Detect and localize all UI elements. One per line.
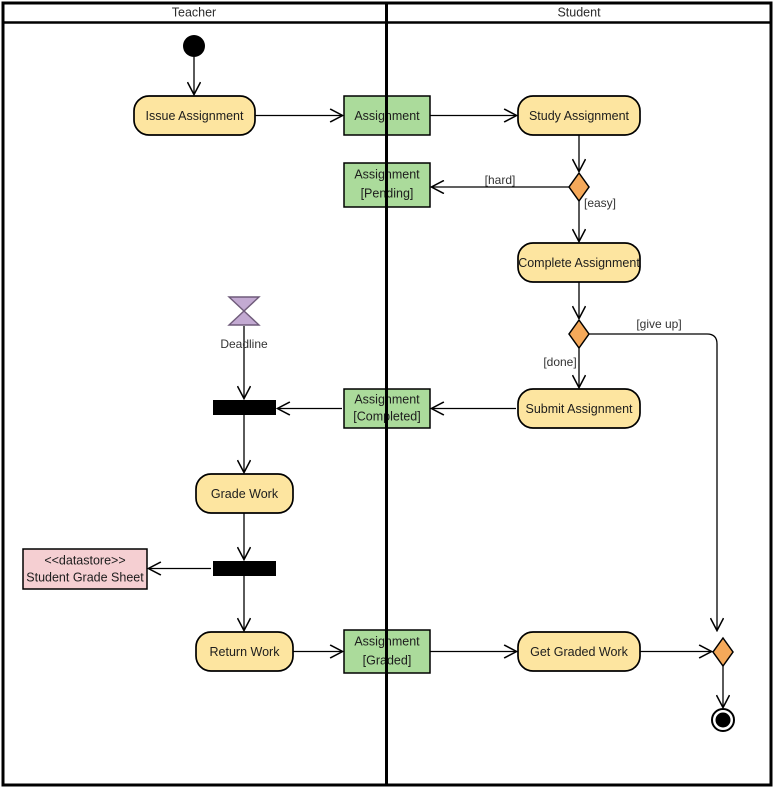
action-complete-assignment-label: Complete Assignment (518, 256, 640, 270)
swimlane-title-student: Student (557, 5, 601, 19)
action-return-work-label: Return Work (210, 645, 281, 659)
swimlane-student: Student (557, 5, 601, 19)
action-return-work[interactable]: Return Work (195, 631, 294, 672)
action-get-graded-work[interactable]: Get Graded Work (517, 631, 641, 672)
join-bar-deadline[interactable] (213, 400, 276, 415)
datastore-student-grade-sheet[interactable]: <<datastore>> Student Grade Sheet (22, 548, 148, 590)
decision-done-node[interactable] (568, 318, 590, 350)
swimlane-title-teacher: Teacher (172, 5, 216, 19)
timer-deadline[interactable]: Deadline (220, 296, 268, 351)
datastore-student-grade-sheet-label: Student Grade Sheet (26, 570, 144, 584)
flow-edges-group (149, 57, 723, 707)
final-node-core (715, 712, 731, 728)
datastore-stereotype-label: <<datastore>> (44, 553, 125, 567)
activity-diagram-svg: Teacher Student Issue Assignment Study A… (1, 1, 773, 787)
action-study-assignment[interactable]: Study Assignment (517, 95, 641, 136)
action-study-assignment-label: Study Assignment (529, 109, 630, 123)
timer-deadline-label: Deadline (220, 337, 268, 351)
hourglass-icon-bottom (227, 310, 261, 326)
final-node[interactable] (711, 708, 735, 732)
edge-label-hard: [hard] (485, 173, 516, 187)
action-issue-assignment[interactable]: Issue Assignment (133, 95, 256, 136)
hourglass-icon-top (227, 296, 261, 312)
merge-final-node[interactable] (712, 636, 734, 668)
action-issue-assignment-label: Issue Assignment (146, 109, 244, 123)
activity-diagram-canvas: Teacher Student Issue Assignment Study A… (0, 0, 774, 793)
action-get-graded-work-label: Get Graded Work (530, 645, 628, 659)
flow-decision-done-to-merge-final (589, 333, 717, 630)
action-grade-work-label: Grade Work (211, 487, 279, 501)
initial-node[interactable] (183, 35, 205, 57)
edge-label-easy: [easy] (584, 196, 616, 210)
edge-label-give-up: [give up] (636, 317, 681, 331)
action-grade-work[interactable]: Grade Work (195, 473, 294, 514)
action-submit-assignment-label: Submit Assignment (526, 402, 634, 416)
swimlane-teacher: Teacher (172, 5, 216, 19)
action-submit-assignment[interactable]: Submit Assignment (517, 388, 641, 429)
edge-label-done: [done] (543, 355, 576, 369)
action-complete-assignment[interactable]: Complete Assignment (517, 242, 641, 283)
fork-bar-grade[interactable] (213, 561, 276, 576)
